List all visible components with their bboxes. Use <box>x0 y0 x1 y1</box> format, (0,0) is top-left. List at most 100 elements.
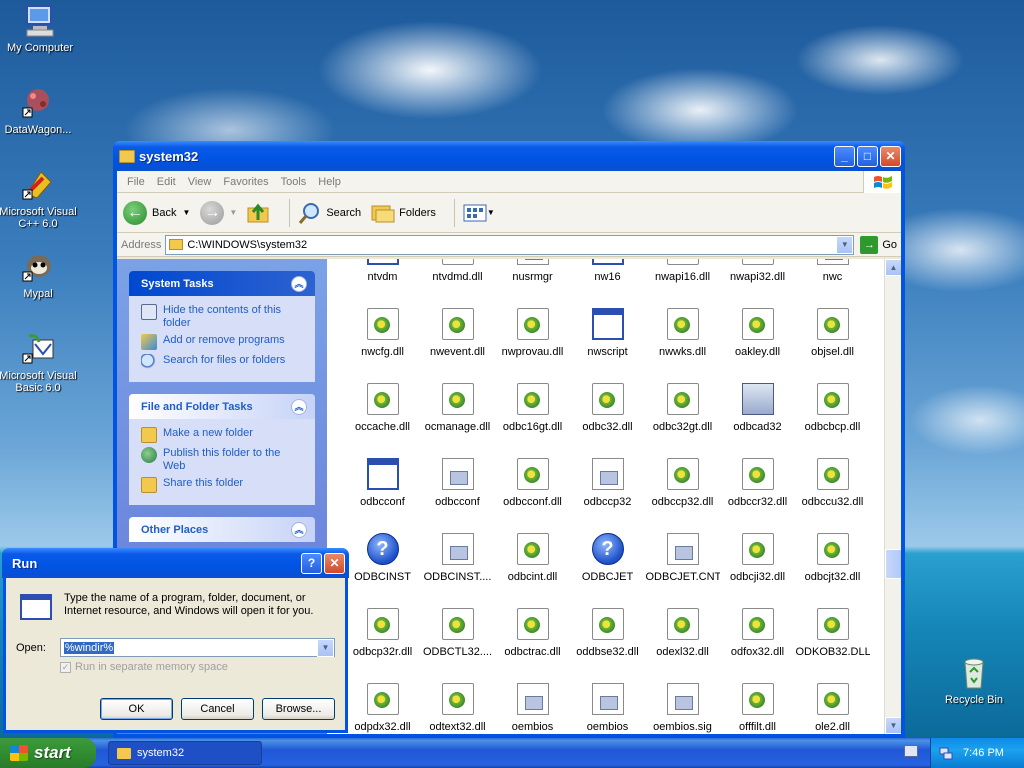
file-item[interactable]: nwprovau.dll <box>495 302 570 377</box>
views-button[interactable]: ▼ <box>463 203 495 223</box>
address-dropdown-icon[interactable]: ▼ <box>836 235 854 254</box>
open-dropdown-icon[interactable]: ▼ <box>317 638 334 657</box>
menu-favorites[interactable]: Favorites <box>217 176 274 188</box>
file-item[interactable]: nwwks.dll <box>645 302 720 377</box>
scroll-down-icon[interactable]: ▼ <box>885 717 901 734</box>
desktop-icon-datawagon[interactable]: DataWagon... <box>0 86 78 136</box>
menu-tools[interactable]: Tools <box>275 176 313 188</box>
collapse-chevron-icon[interactable]: ︽ <box>291 275 307 292</box>
desktop-icon-recycle-bin[interactable]: Recycle Bin <box>934 656 1014 706</box>
file-item[interactable]: odtext32.dll <box>420 677 495 734</box>
taskbar-item-system32[interactable]: system32 <box>108 741 262 765</box>
chevron-down-icon[interactable]: ▼ <box>182 208 190 217</box>
scroll-up-icon[interactable]: ▲ <box>885 259 901 276</box>
desktop-icon-my-computer[interactable]: My Computer <box>0 4 80 54</box>
file-item[interactable]: odexl32.dll <box>645 602 720 677</box>
file-item[interactable]: nwscript <box>570 302 645 377</box>
file-item[interactable]: nwapi32.dll <box>720 259 795 302</box>
file-item[interactable]: offfilt.dll <box>720 677 795 734</box>
scroll-thumb[interactable] <box>885 549 901 579</box>
file-item[interactable]: odbcconf.dll <box>495 452 570 527</box>
task-hide-contents[interactable]: Hide the contents of this folder <box>141 304 305 330</box>
file-item[interactable]: oakley.dll <box>720 302 795 377</box>
file-item[interactable]: odbcad32 <box>720 377 795 452</box>
collapse-chevron-icon[interactable]: ︽ <box>291 521 307 538</box>
keyboard-icon[interactable] <box>904 745 918 757</box>
file-item[interactable]: odfox32.dll <box>720 602 795 677</box>
desktop-icon-visual-basic[interactable]: Microsoft Visual Basic 6.0 <box>0 332 78 394</box>
task-make-new-folder[interactable]: Make a new folder <box>141 427 305 443</box>
up-folder-button[interactable] <box>247 202 271 224</box>
file-item[interactable]: oembios <box>495 677 570 734</box>
file-item[interactable]: odbccp32 <box>570 452 645 527</box>
folders-button[interactable]: Folders <box>371 202 436 224</box>
file-folder-tasks-header[interactable]: File and Folder Tasks ︽ <box>129 394 315 419</box>
file-item[interactable]: nusrmgr <box>495 259 570 302</box>
cancel-button[interactable]: Cancel <box>181 698 254 720</box>
run-titlebar[interactable]: Run ? ✕ <box>2 548 349 578</box>
chevron-down-icon[interactable]: ▼ <box>487 208 495 217</box>
menu-view[interactable]: View <box>182 176 218 188</box>
task-search-files[interactable]: Search for files or folders <box>141 354 305 370</box>
file-item[interactable]: odbcint.dll <box>495 527 570 602</box>
system-tasks-header[interactable]: System Tasks ︽ <box>129 271 315 296</box>
file-item[interactable]: oembios.sig <box>645 677 720 734</box>
file-item[interactable]: odbcp32r.dll <box>345 602 420 677</box>
task-add-remove-programs[interactable]: Add or remove programs <box>141 334 305 350</box>
file-item[interactable]: oddbse32.dll <box>570 602 645 677</box>
file-item[interactable]: occache.dll <box>345 377 420 452</box>
file-item[interactable]: odbcji32.dll <box>720 527 795 602</box>
file-item[interactable]: nw16 <box>570 259 645 302</box>
file-item[interactable]: odbcbcp.dll <box>795 377 870 452</box>
collapse-chevron-icon[interactable]: ︽ <box>291 398 307 415</box>
desktop-icon-visual-cpp[interactable]: Microsoft Visual C++ 6.0 <box>0 168 78 230</box>
browse-button[interactable]: Browse... <box>262 698 335 720</box>
file-item[interactable]: nwcfg.dll <box>345 302 420 377</box>
file-item[interactable]: odbc32gt.dll <box>645 377 720 452</box>
file-item[interactable]: ? ODBCJET <box>570 527 645 602</box>
file-item[interactable]: ole2.dll <box>795 677 870 734</box>
start-button[interactable]: start <box>0 738 96 768</box>
file-item[interactable]: nwapi16.dll <box>645 259 720 302</box>
file-item[interactable]: objsel.dll <box>795 302 870 377</box>
minimize-button[interactable]: _ <box>834 145 855 167</box>
vertical-scrollbar[interactable]: ▲ ▼ <box>884 259 901 734</box>
file-item[interactable]: ODKOB32.DLL <box>795 602 870 677</box>
chevron-down-icon[interactable]: ▼ <box>229 208 237 217</box>
task-publish-to-web[interactable]: Publish this folder to the Web <box>141 447 305 473</box>
other-places-header[interactable]: Other Places ︽ <box>129 517 315 542</box>
ok-button[interactable]: OK <box>100 698 173 720</box>
file-item[interactable]: nwevent.dll <box>420 302 495 377</box>
file-item[interactable]: odbccr32.dll <box>720 452 795 527</box>
file-item[interactable]: ntvdm <box>345 259 420 302</box>
file-item[interactable]: odbccp32.dll <box>645 452 720 527</box>
separate-memory-checkbox[interactable]: ✓ <box>60 661 71 673</box>
help-button[interactable]: ? <box>301 552 322 574</box>
back-button[interactable]: ← Back ▼ <box>123 200 190 225</box>
menu-help[interactable]: Help <box>312 176 347 188</box>
file-item[interactable]: odbcjt32.dll <box>795 527 870 602</box>
file-item[interactable]: odbc16gt.dll <box>495 377 570 452</box>
maximize-button[interactable]: □ <box>857 145 878 167</box>
explorer-titlebar[interactable]: system32 _ □ ✕ <box>113 141 905 171</box>
address-field[interactable]: C:\WINDOWS\system32 ▼ <box>165 234 855 255</box>
file-item[interactable]: odbctrac.dll <box>495 602 570 677</box>
open-input[interactable]: %windir% ▼ <box>59 638 335 657</box>
go-button[interactable]: → Go <box>860 235 897 254</box>
file-item[interactable]: ntvdmd.dll <box>420 259 495 302</box>
menu-edit[interactable]: Edit <box>151 176 182 188</box>
file-item[interactable]: oembios <box>570 677 645 734</box>
file-item[interactable]: ODBCJET.CNT <box>645 527 720 602</box>
network-icon[interactable] <box>939 746 953 760</box>
file-item[interactable]: odpdx32.dll <box>345 677 420 734</box>
close-button[interactable]: ✕ <box>324 552 345 574</box>
file-item[interactable]: ODBCTL32.... <box>420 602 495 677</box>
desktop-icon-mypal[interactable]: Mypal <box>0 250 78 300</box>
file-item[interactable]: odbccu32.dll <box>795 452 870 527</box>
file-item[interactable]: ODBCINST.... <box>420 527 495 602</box>
file-item[interactable]: odbcconf <box>420 452 495 527</box>
file-item[interactable]: ? ODBCINST <box>345 527 420 602</box>
file-item[interactable]: odbcconf <box>345 452 420 527</box>
forward-button[interactable]: → ▼ <box>200 200 237 225</box>
task-share-folder[interactable]: Share this folder <box>141 477 305 493</box>
